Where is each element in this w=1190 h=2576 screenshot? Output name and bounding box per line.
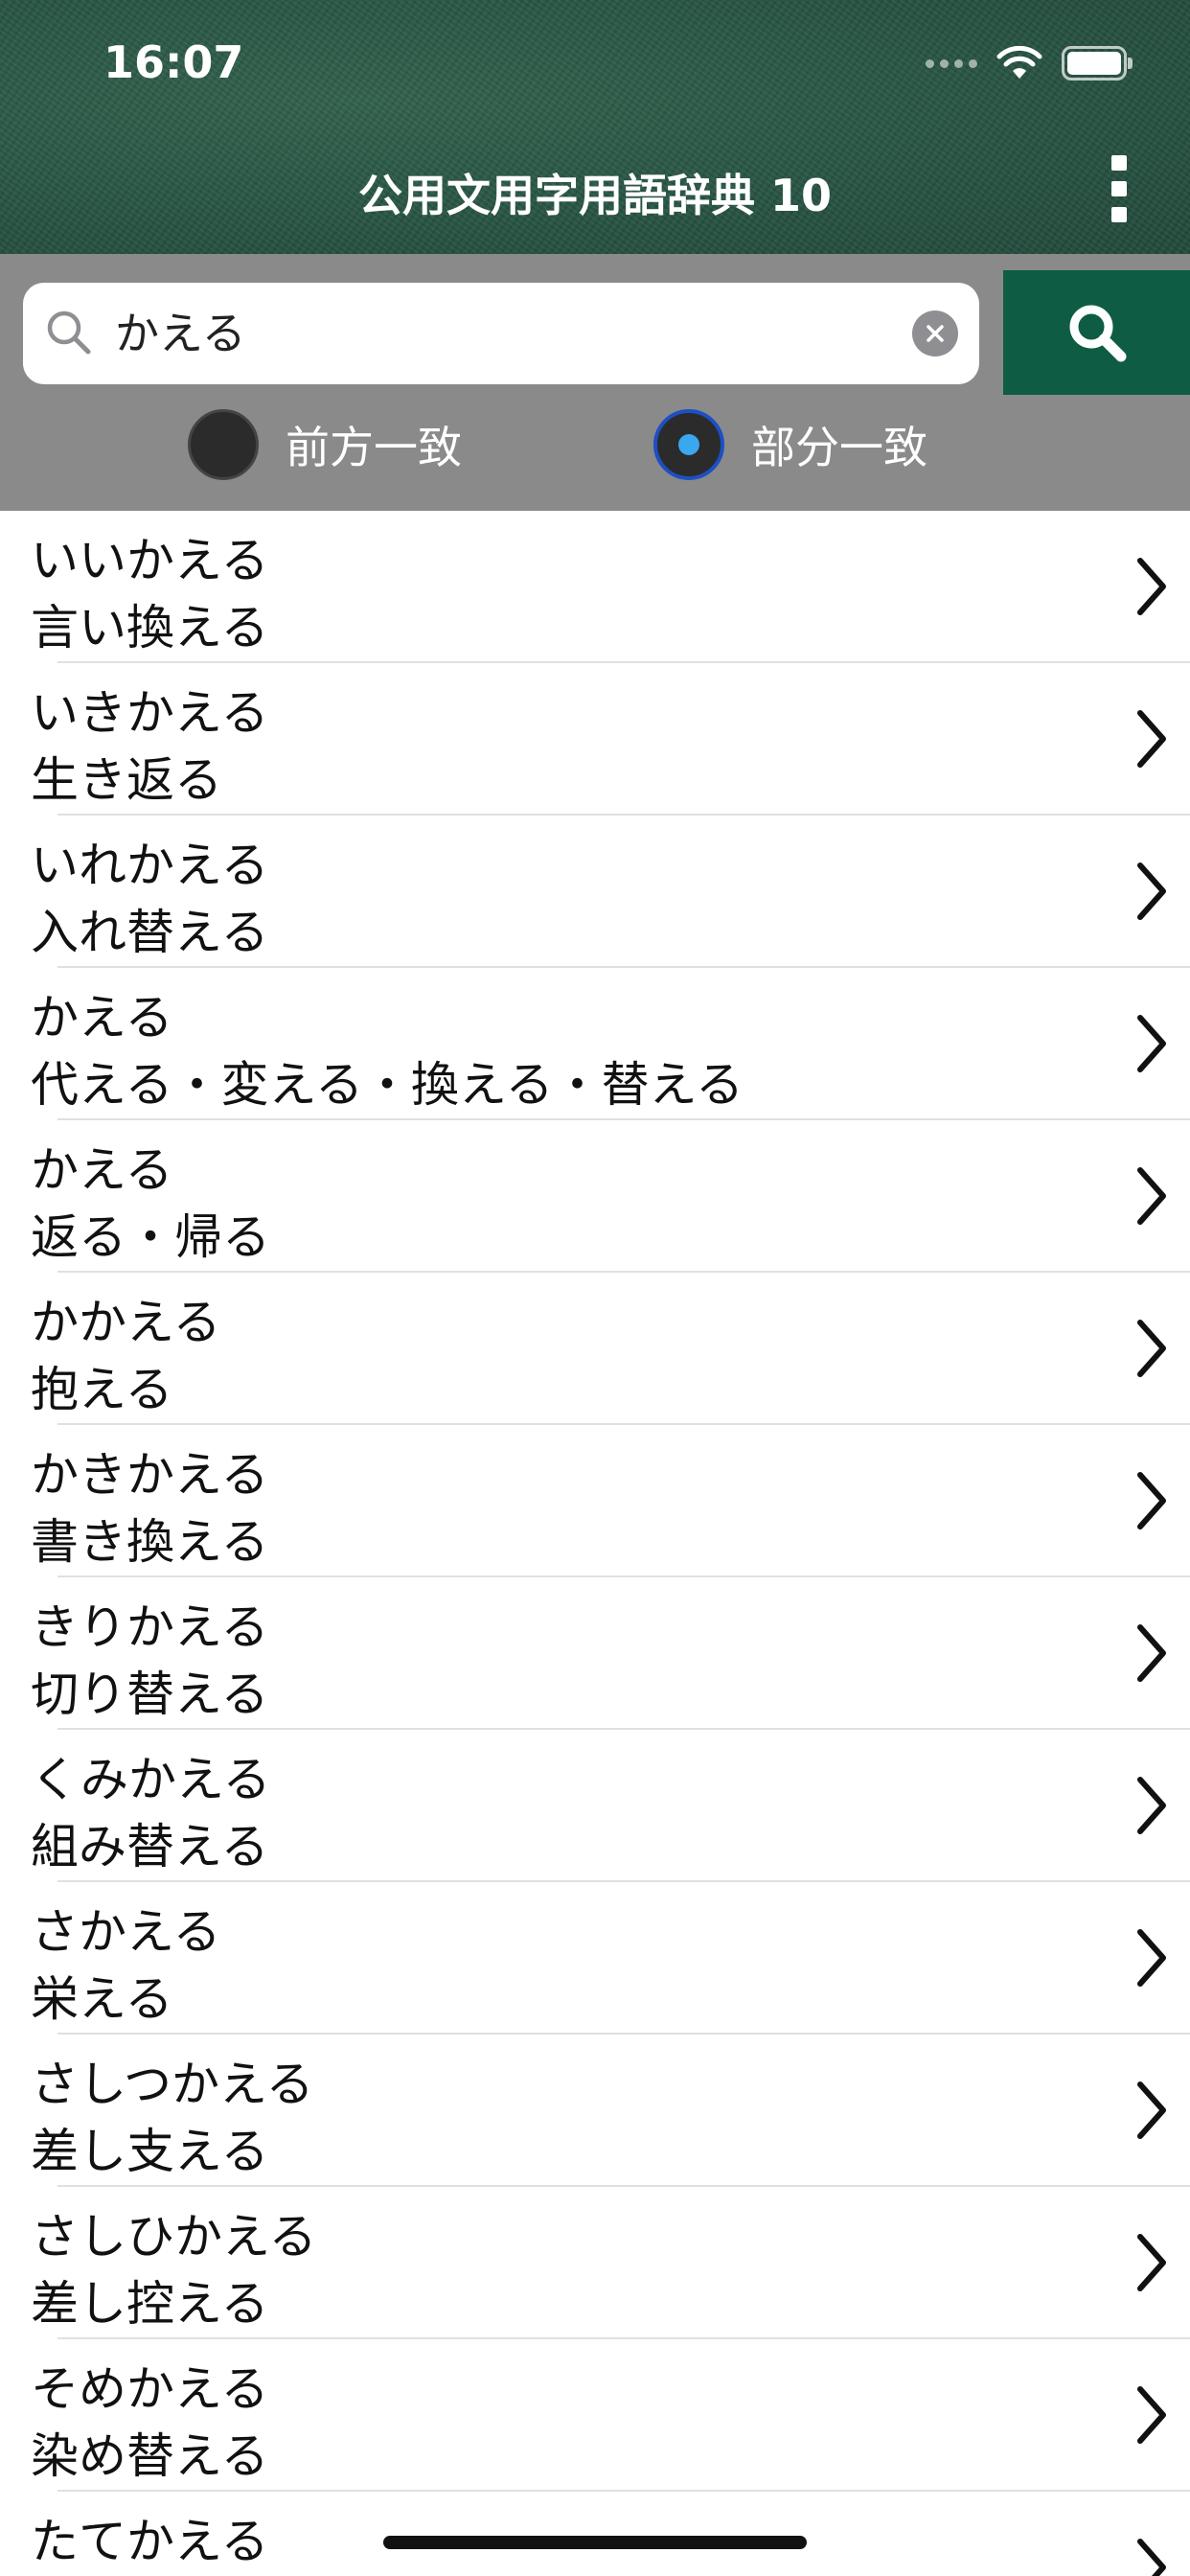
battery-icon <box>1062 46 1133 80</box>
search-area: かえる 前方一致 部分一致 <box>0 254 1190 511</box>
search-button[interactable] <box>1003 270 1190 395</box>
list-item[interactable]: かえる 返る・帰る <box>0 1120 1190 1273</box>
chevron-right-icon <box>1137 1320 1166 1377</box>
chevron-right-icon <box>1137 2539 1166 2576</box>
list-item[interactable]: さしひかえる 差し控える <box>0 2187 1190 2339</box>
item-kanji: 差し控える <box>31 2276 269 2332</box>
chevron-right-icon <box>1137 2386 1166 2444</box>
item-reading: いいかえる <box>31 533 269 588</box>
list-item[interactable]: いいかえる言い換える <box>0 511 1190 663</box>
more-vertical-icon <box>1111 155 1127 171</box>
list-item[interactable]: かえる代える・変える・換える・替える <box>0 968 1190 1120</box>
radio-label: 部分一致 <box>751 422 927 473</box>
item-kanji: 生き返る <box>31 752 222 808</box>
wifi-icon <box>996 46 1042 79</box>
item-reading: たてかえる <box>31 2514 269 2569</box>
list-item[interactable]: かかえる 抱える <box>0 1273 1190 1425</box>
mode-prefix-match[interactable]: 前方一致 <box>188 409 462 480</box>
list-item[interactable]: さかえる 栄える <box>0 1882 1190 2035</box>
app-screen: 16:07 公用文用字用語辞典 10 かえる 前方一致 部分一致 いいかえる 言… <box>0 0 1190 2576</box>
item-kanji: 染め替える <box>31 2428 269 2484</box>
item-kanji: 栄える <box>31 1971 173 2027</box>
search-query-text: かえる <box>115 308 246 359</box>
radio-prefix-match[interactable] <box>188 409 259 480</box>
item-reading: さかえる <box>31 1904 221 1960</box>
item-kanji: 組み替える <box>31 1819 269 1874</box>
chevron-right-icon <box>1137 2082 1166 2139</box>
item-reading: そめかえる <box>31 2361 269 2417</box>
list-item[interactable]: いれかえる入れ替える <box>0 816 1190 968</box>
list-item[interactable]: かきかえる書き換える <box>0 1425 1190 1577</box>
header-bar: 16:07 公用文用字用語辞典 10 <box>0 0 1190 254</box>
more-menu-button[interactable] <box>1098 155 1140 222</box>
chevron-right-icon <box>1137 1777 1166 1834</box>
chevron-right-icon <box>1137 862 1166 920</box>
item-kanji: 書き換える <box>31 1514 269 1570</box>
list-item[interactable]: そめかえる染め替える <box>0 2339 1190 2492</box>
chevron-right-icon <box>1137 1167 1166 1225</box>
clear-search-button[interactable] <box>912 310 958 356</box>
item-kanji: 差し支える <box>31 2124 269 2179</box>
item-kanji: 代える・変える・換える・替える <box>31 1057 744 1113</box>
list-item[interactable]: いきかえる 生き返る <box>0 663 1190 816</box>
item-kanji: 返る・帰る <box>31 1209 270 1265</box>
item-reading: いれかえる <box>31 838 269 893</box>
chevron-right-icon <box>1137 1472 1166 1530</box>
list-item[interactable]: きりかえる切り替える <box>0 1577 1190 1730</box>
item-reading: かかえる <box>31 1295 221 1350</box>
status-time: 16:07 <box>103 36 244 88</box>
item-kanji: 抱える <box>31 1362 173 1417</box>
chevron-right-icon <box>1137 558 1166 615</box>
chevron-right-icon <box>1137 1624 1166 1682</box>
item-reading: さしひかえる <box>31 2209 317 2265</box>
radio-label: 前方一致 <box>286 422 462 473</box>
search-icon <box>47 310 91 355</box>
chevron-right-icon <box>1137 710 1166 768</box>
list-item[interactable]: くみかえる組み替える <box>0 1730 1190 1882</box>
item-reading: きりかえる <box>31 1599 269 1655</box>
item-reading: かえる <box>31 1142 173 1198</box>
item-kanji: 言い換える <box>31 600 269 656</box>
search-input[interactable]: かえる <box>23 283 979 384</box>
status-indicators <box>926 44 1133 82</box>
item-reading: いきかえる <box>31 685 269 741</box>
list-item[interactable]: さしつかえる 差し支える <box>0 2035 1190 2187</box>
search-icon <box>1069 305 1126 362</box>
result-list: いいかえる 言い換える いきかえる 生き返る いれかえる 入れ替える かえる 代える・変える・… <box>0 511 1190 2576</box>
mode-partial-match[interactable]: 部分一致 <box>653 409 927 480</box>
cellular-signal-icon <box>926 58 977 68</box>
item-reading: かきかえる <box>31 1447 269 1503</box>
item-reading: かえる <box>31 990 173 1046</box>
chevron-right-icon <box>1137 1015 1166 1072</box>
close-icon <box>927 325 944 342</box>
item-reading: さしつかえる <box>31 2057 314 2112</box>
app-title: 公用文用字用語辞典 10 <box>357 170 833 221</box>
item-kanji: 入れ替える <box>31 905 269 960</box>
radio-partial-match[interactable] <box>653 409 724 480</box>
list-item[interactable]: たてかえる <box>0 2492 1190 2576</box>
chevron-right-icon <box>1137 2234 1166 2291</box>
item-reading: くみかえる <box>31 1752 271 1807</box>
chevron-right-icon <box>1137 1929 1166 1987</box>
home-indicator <box>383 2536 807 2549</box>
item-kanji: 切り替える <box>31 1667 269 1722</box>
